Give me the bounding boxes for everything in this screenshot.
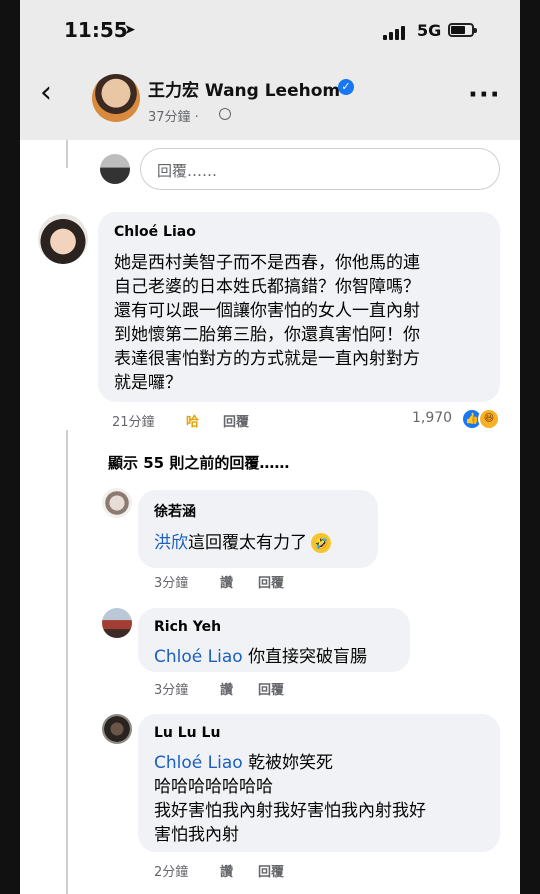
like-button[interactable]: 讚: [220, 572, 233, 591]
author-name[interactable]: 王力宏 Wang Leehom: [148, 76, 340, 101]
location-arrow-icon: ➤: [124, 22, 136, 38]
phone-screen: 11:55 ➤ 5G ‹ 王力宏 Wang Leehom ✓ 37分鐘 · ··…: [20, 0, 520, 894]
reaction-count[interactable]: 1,970: [412, 410, 452, 426]
reply-button[interactable]: 回覆: [258, 861, 284, 880]
haha-reaction-button[interactable]: 哈: [186, 411, 199, 430]
show-previous-replies[interactable]: 顯示 55 則之前的回覆……: [108, 452, 289, 473]
back-arrow-icon[interactable]: ‹: [40, 78, 52, 108]
reply-author[interactable]: 徐若涵: [154, 501, 196, 521]
comment-line: 表達很害怕對方的方式就是一直內射對方: [114, 349, 420, 369]
comment-time[interactable]: 21分鐘: [112, 411, 155, 430]
comment-line: 她是西村美智子而不是西春，你他馬的連: [114, 253, 420, 273]
network-type: 5G: [417, 21, 442, 40]
commenter-avatar[interactable]: [102, 714, 132, 744]
post-time[interactable]: 37分鐘 ·: [148, 106, 199, 125]
reply-content: 你直接突破盲腸: [248, 647, 368, 667]
author-avatar[interactable]: [92, 74, 140, 122]
reply-text: Chloé Liao 你直接突破盲腸: [154, 642, 367, 667]
more-options-icon[interactable]: ···: [468, 80, 501, 110]
mention-link[interactable]: Chloé Liao: [154, 647, 243, 667]
reply-button[interactable]: 回覆: [258, 679, 284, 698]
reply-time[interactable]: 3分鐘: [154, 679, 188, 698]
status-bar: 11:55 ➤ 5G: [20, 0, 520, 60]
reply-line: 我好害怕我內射我好害怕我內射我好: [154, 801, 426, 821]
post-header: ‹ 王力宏 Wang Leehom ✓ 37分鐘 · ···: [20, 60, 520, 140]
reply-text: Chloé Liao 乾被妳笑死: [154, 748, 333, 773]
reply-button[interactable]: 回覆: [258, 572, 284, 591]
comment-bubble: Chloé Liao 她是西村美智子而不是西春，你他馬的連 自己老婆的日本姓氏都…: [98, 212, 500, 402]
globe-icon: [219, 108, 231, 120]
thread-line: [66, 140, 68, 168]
mention-link[interactable]: Chloé Liao: [154, 753, 243, 773]
commenter-avatar[interactable]: [38, 214, 88, 264]
reply-line: 害怕我內射: [154, 825, 239, 845]
verified-badge-icon: ✓: [338, 79, 354, 95]
comment-line: 自己老婆的日本姓氏都搞錯？你智障嗎？: [114, 277, 420, 297]
like-button[interactable]: 讚: [220, 861, 233, 880]
reply-author[interactable]: Lu Lu Lu: [154, 725, 220, 741]
reply-time[interactable]: 2分鐘: [154, 861, 188, 880]
commenter-avatar[interactable]: [102, 608, 132, 638]
reply-bubble: Rich Yeh Chloé Liao 你直接突破盲腸: [138, 608, 410, 672]
reply-author[interactable]: Rich Yeh: [154, 619, 221, 635]
like-button[interactable]: 讚: [220, 679, 233, 698]
reply-placeholder: 回覆……: [157, 162, 218, 180]
battery-icon: [448, 23, 477, 37]
reply-input[interactable]: 回覆……: [140, 148, 500, 190]
reply-bubble: 徐若涵 洪欣這回覆太有力了 🤣: [138, 490, 378, 568]
reply-button[interactable]: 回覆: [223, 411, 249, 430]
commenter-name[interactable]: Chloé Liao: [114, 224, 196, 240]
reply-bubble: Lu Lu Lu Chloé Liao 乾被妳笑死 哈哈哈哈哈哈哈 我好害怕我內…: [138, 714, 500, 852]
commenter-avatar[interactable]: [102, 488, 132, 518]
reply-content: 這回覆太有力了: [188, 533, 307, 553]
status-time: 11:55: [64, 18, 128, 42]
reply-content: 乾被妳笑死: [248, 753, 334, 773]
reply-time[interactable]: 3分鐘: [154, 572, 188, 591]
signal-icon: [383, 24, 409, 40]
current-user-avatar: [100, 154, 130, 184]
reply-text: 洪欣這回覆太有力了 🤣: [154, 528, 331, 553]
haha-icon: 😆: [478, 408, 500, 430]
comment-line: 就是囉？: [114, 373, 182, 393]
thread-line: [66, 430, 68, 894]
mention-link[interactable]: 洪欣: [154, 533, 188, 553]
reply-line: 哈哈哈哈哈哈哈: [154, 777, 273, 797]
comment-line: 到她懷第二胎第三胎，你還真害怕阿！你: [114, 325, 420, 345]
rolling-laugh-emoji-icon: 🤣: [311, 533, 331, 553]
comment-line: 還有可以跟一個讓你害怕的女人一直內射: [114, 301, 420, 321]
